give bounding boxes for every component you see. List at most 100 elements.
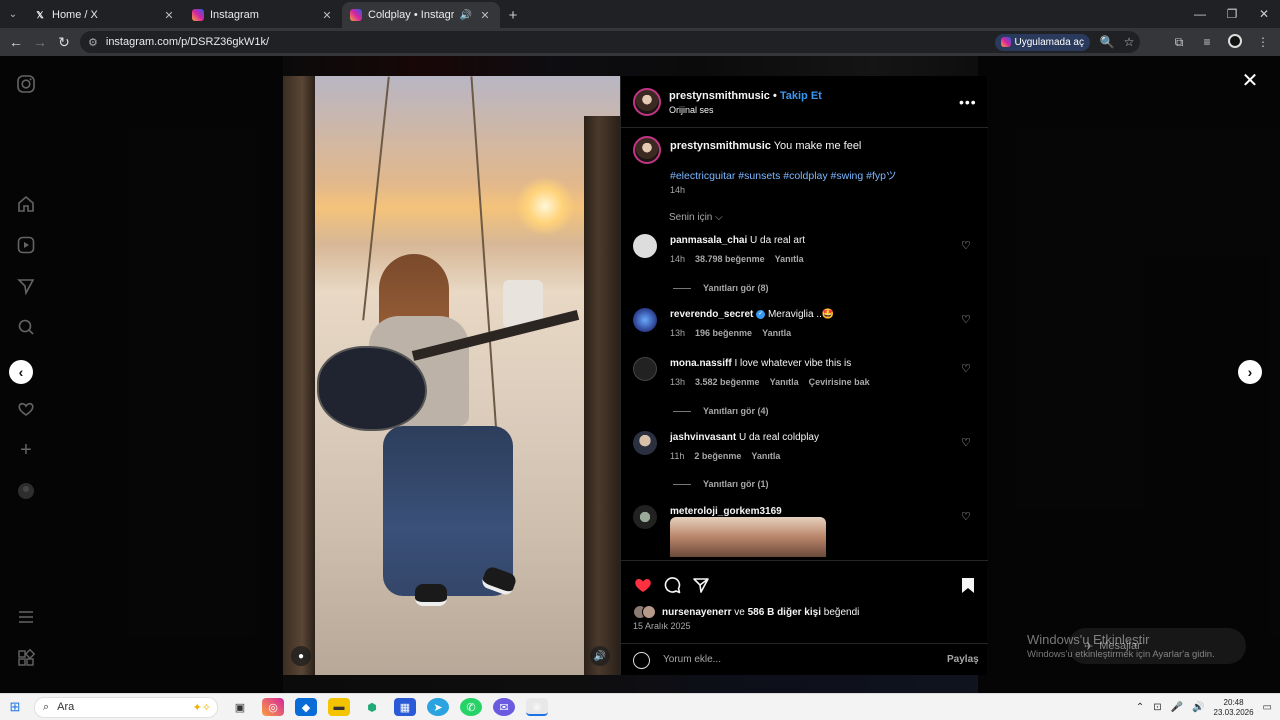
restore-icon[interactable]: ❐ <box>1216 0 1248 28</box>
comment-like-count[interactable]: 196 beğenme <box>695 328 752 338</box>
hashtag-link[interactable]: #swing <box>831 170 864 182</box>
network-icon[interactable]: ⊡ <box>1153 702 1161 713</box>
likes-count[interactable]: 586 B diğer kişi <box>748 607 821 618</box>
view-replies-button[interactable]: Yanıtları gör (8) <box>673 283 769 293</box>
original-audio-link[interactable]: Orijinal ses <box>669 105 714 115</box>
microphone-icon[interactable]: 🎤 <box>1171 702 1183 713</box>
volume-icon[interactable]: 🔊 <box>590 646 610 666</box>
site-settings-icon[interactable]: ⚙ <box>88 36 98 49</box>
messenger-icon[interactable]: ✉ <box>493 698 515 716</box>
comment-input[interactable]: Yorum ekle... <box>663 654 721 665</box>
save-bookmark-icon[interactable] <box>958 575 978 595</box>
profile-avatar[interactable] <box>1224 33 1246 51</box>
comment-filter-dropdown[interactable]: Senin için ⌵ <box>669 212 723 223</box>
file-explorer-icon[interactable]: ▬ <box>328 698 350 716</box>
more-options-icon[interactable]: ••• <box>959 94 977 110</box>
commenter-avatar[interactable] <box>633 505 657 529</box>
view-replies-button[interactable]: Yanıtları gör (4) <box>673 406 769 416</box>
post-video[interactable]: ● 🔊 <box>283 76 620 675</box>
comment-like-count[interactable]: 3.582 beğenme <box>695 377 760 387</box>
comment-icon[interactable] <box>662 575 682 595</box>
view-replies-button[interactable]: Yanıtları gör (1) <box>673 479 769 489</box>
commenter-avatar[interactable] <box>633 431 657 455</box>
close-window-icon[interactable]: ✕ <box>1248 0 1280 28</box>
commenter-username[interactable]: jashvinvasant <box>670 432 736 443</box>
post-comment-button[interactable]: Paylaş <box>947 654 979 665</box>
hashtag-link[interactable]: #sunsets <box>738 170 780 182</box>
reply-button[interactable]: Yanıtla <box>775 254 804 264</box>
taskbar-search[interactable]: ⌕ Ara ✦✧ <box>34 696 218 718</box>
close-tab-icon[interactable]: ✕ <box>162 9 176 22</box>
commenter-username[interactable]: meteroloji_gorkem3169 <box>670 506 782 517</box>
emoji-icon[interactable] <box>633 652 650 669</box>
media-controls-icon[interactable]: ≡ <box>1196 35 1218 49</box>
commenter-username[interactable]: reverendo_secret <box>670 309 753 320</box>
commenter-avatar[interactable] <box>633 357 657 381</box>
author-name[interactable]: prestynsmithmusic <box>669 90 770 102</box>
zoom-icon[interactable]: 🔍 <box>1096 35 1118 49</box>
instagram-app-icon[interactable]: ◎ <box>262 698 284 716</box>
extensions-icon[interactable]: ⧉ <box>1168 35 1190 50</box>
reply-button[interactable]: Yanıtla <box>751 451 780 461</box>
reload-icon[interactable]: ↻ <box>52 34 76 51</box>
url-text[interactable]: instagram.com/p/DSRZ36gkW1k/ <box>106 36 995 48</box>
tab-home-x[interactable]: 𝕏 Home / X ✕ <box>26 2 184 28</box>
chevron-up-icon[interactable]: ⌃ <box>1136 702 1144 713</box>
like-comment-icon[interactable]: ♡ <box>961 362 971 375</box>
next-post-button[interactable]: › <box>1238 360 1262 384</box>
share-icon[interactable] <box>691 575 711 595</box>
reply-button[interactable]: Yanıtla <box>762 328 791 338</box>
commenter-avatar[interactable] <box>633 234 657 258</box>
minimize-icon[interactable]: — <box>1184 0 1216 28</box>
like-heart-icon[interactable] <box>633 575 653 595</box>
close-tab-icon[interactable]: ✕ <box>478 9 492 22</box>
author-avatar[interactable] <box>633 136 661 164</box>
see-translation-button[interactable]: Çevirisine bak <box>809 377 870 387</box>
tab-instagram[interactable]: Instagram ✕ <box>184 2 342 28</box>
clock[interactable]: 20:48 23.03.2026 <box>1214 698 1254 718</box>
hashtag-link[interactable]: #coldplay <box>783 170 827 182</box>
liker-username[interactable]: nursenayenerr <box>662 607 731 618</box>
store-icon[interactable]: ◆ <box>295 698 317 716</box>
tab-search-button[interactable]: ⌄ <box>0 0 26 28</box>
open-in-app-button[interactable]: Uygulamada aç <box>994 33 1090 51</box>
close-modal-icon[interactable]: ✕ <box>1240 68 1260 93</box>
menu-icon[interactable]: ⋮ <box>1252 35 1274 49</box>
comments-list[interactable]: prestynsmithmusic You make me feel #elec… <box>621 128 988 560</box>
tab-coldplay-instagram[interactable]: Coldplay • Instagram 🔊 ✕ <box>342 2 500 28</box>
follow-button[interactable]: Takip Et <box>780 90 822 102</box>
close-tab-icon[interactable]: ✕ <box>320 9 334 22</box>
like-comment-icon[interactable]: ♡ <box>961 313 971 326</box>
hashtag-link[interactable]: #fyp <box>866 170 886 182</box>
commenter-username[interactable]: mona.nassiff <box>670 358 732 369</box>
chrome-icon[interactable]: ◉ <box>526 698 548 716</box>
liked-by[interactable]: nursenayenerr ve 586 B diğer kişi beğend… <box>633 605 859 619</box>
new-tab-button[interactable]: + <box>500 2 526 28</box>
like-comment-icon[interactable]: ♡ <box>961 239 971 252</box>
telegram-icon[interactable]: ➤ <box>427 698 449 716</box>
task-view-icon[interactable]: ▣ <box>229 698 251 716</box>
author-username[interactable]: prestynsmithmusic • Takip Et <box>669 90 822 102</box>
bookmark-star-icon[interactable]: ☆ <box>1118 35 1140 49</box>
tagged-user-icon[interactable]: ● <box>291 646 311 666</box>
previous-post-button[interactable]: ‹ <box>9 360 33 384</box>
forward-icon[interactable]: → <box>28 34 52 50</box>
like-comment-icon[interactable]: ♡ <box>961 510 971 523</box>
notification-icon[interactable]: ▭ <box>1263 702 1272 713</box>
volume-icon[interactable]: 🔊 <box>1192 702 1204 713</box>
comment-like-count[interactable]: 38.798 beğenme <box>695 254 765 264</box>
commenter-avatar[interactable] <box>633 308 657 332</box>
commenter-username[interactable]: panmasala_chai <box>670 235 747 246</box>
vpn-icon[interactable]: ⬢ <box>361 698 383 716</box>
comment-like-count[interactable]: 2 beğenme <box>694 451 741 461</box>
reply-button[interactable]: Yanıtla <box>770 377 799 387</box>
speaker-icon[interactable]: 🔊 <box>460 10 472 21</box>
like-comment-icon[interactable]: ♡ <box>961 436 971 449</box>
comment-gif-image[interactable] <box>670 517 826 557</box>
address-bar[interactable]: ⚙ instagram.com/p/DSRZ36gkW1k/ Uygulamad… <box>80 31 1140 53</box>
windows-start-icon[interactable]: ⊞ <box>0 699 30 715</box>
hashtag-link[interactable]: #electricguitar <box>670 170 735 182</box>
caption-username[interactable]: prestynsmithmusic <box>670 140 771 152</box>
author-avatar[interactable] <box>633 88 661 116</box>
back-icon[interactable]: ← <box>4 34 28 50</box>
